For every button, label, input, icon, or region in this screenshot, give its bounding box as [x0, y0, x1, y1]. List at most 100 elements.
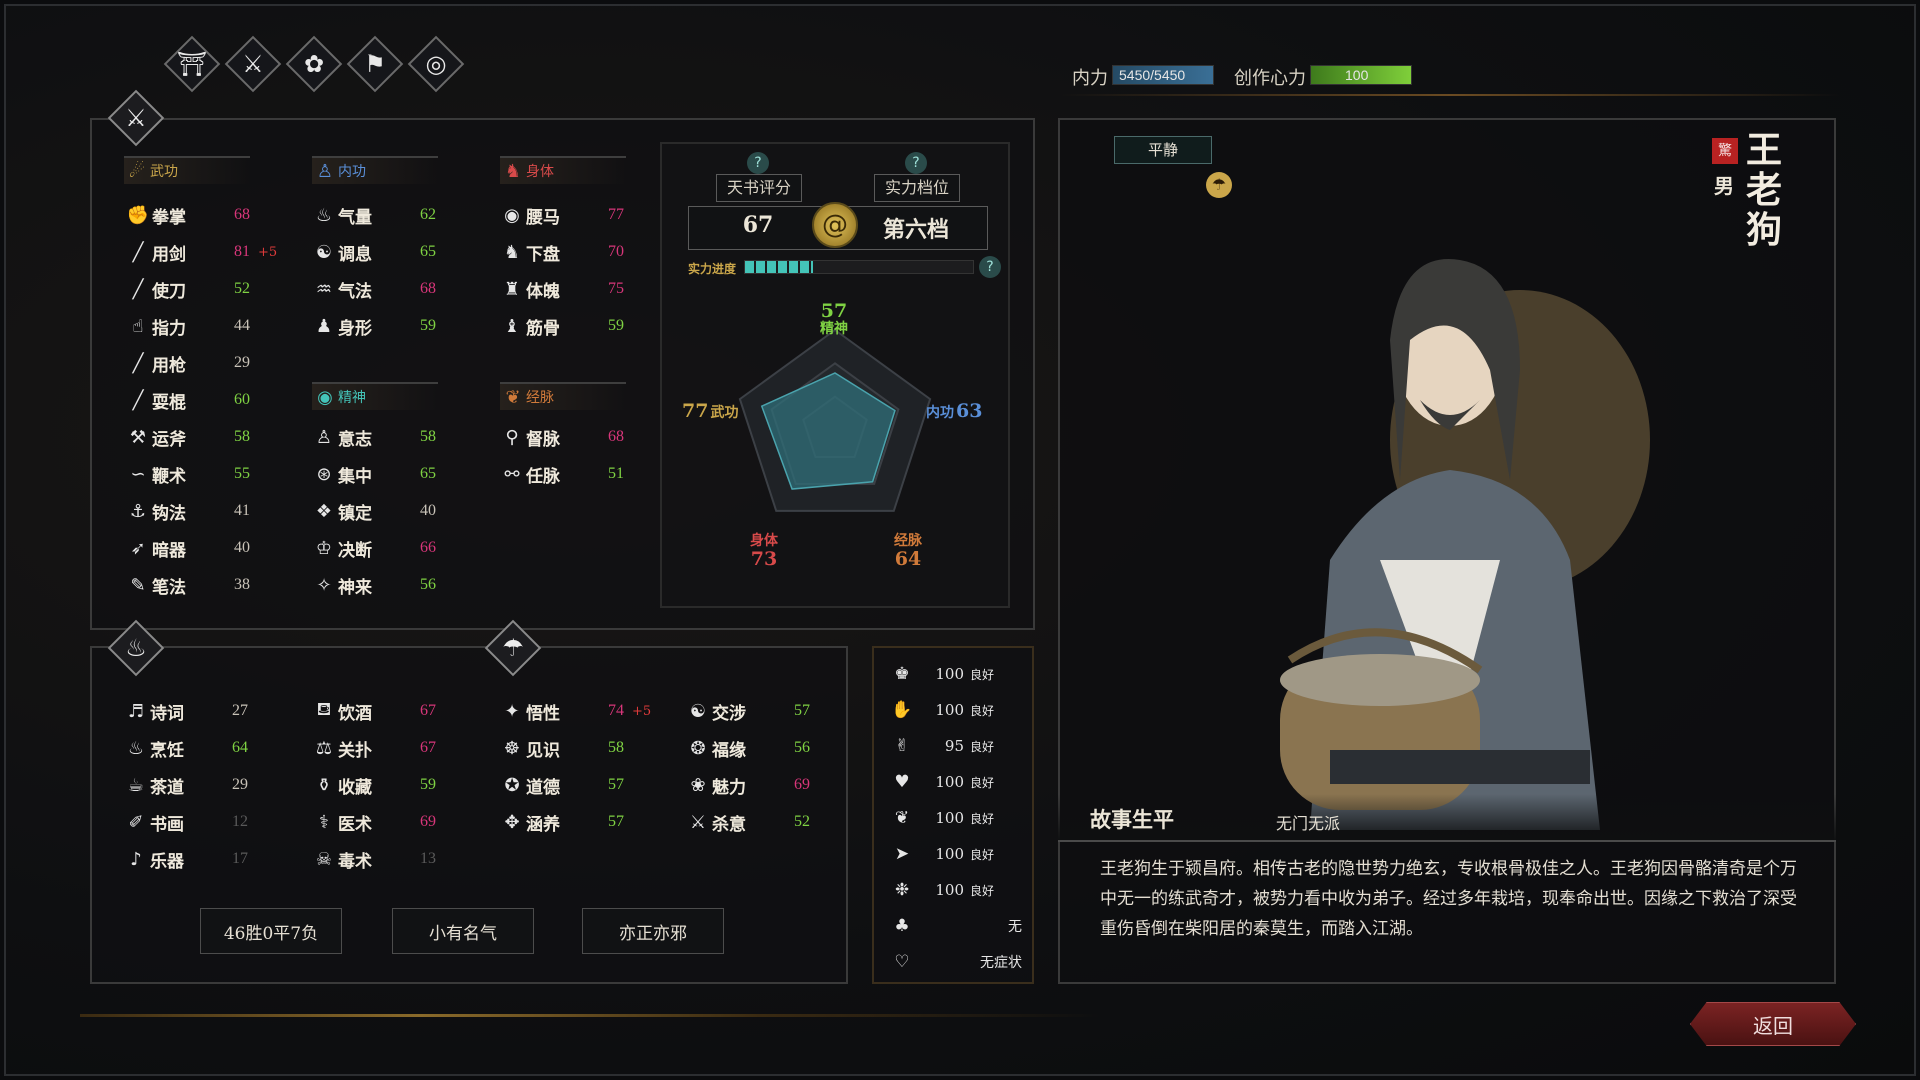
back-button[interactable]: 返回 — [1690, 1002, 1856, 1046]
status-extra-row[interactable]: ♣ 无 — [888, 911, 1028, 941]
nav-flag-button[interactable]: ⚑ — [346, 35, 404, 93]
stat-row-arts_col4[interactable]: ☯ 交涉 57 — [684, 696, 810, 726]
stat-row-arts_col2[interactable]: ☠ 毒术 13 — [310, 844, 436, 874]
stat-row-wugong[interactable]: ✎ 笔法 38 — [124, 570, 250, 600]
stat-row-arts_col3[interactable]: ✦ 悟性 74 +5 — [498, 696, 651, 726]
section-neigong: ♙ 内功 — [312, 156, 438, 184]
stat-value: 66 — [420, 539, 436, 556]
cooking-badge-icon: ♨ — [125, 634, 147, 662]
stat-row-arts_col1[interactable]: ☕ 茶道 29 — [122, 770, 248, 800]
stat-row-arts_col4[interactable]: ❀ 魅力 69 — [684, 770, 810, 800]
stat-row-arts_col3[interactable]: ✥ 涵养 57 — [498, 807, 624, 837]
stat-row-neigong[interactable]: ☯ 调息 65 — [310, 237, 436, 267]
stat-row-arts_col4[interactable]: ❂ 福缘 56 — [684, 733, 810, 763]
tier-help-icon[interactable]: ? — [905, 152, 927, 174]
stat-row-wugong[interactable]: ╱ 使刀 52 — [124, 274, 250, 304]
fame-button[interactable]: 小有名气 — [392, 908, 534, 954]
radar-jingmai-value: 64 — [894, 548, 922, 570]
stat-row-arts_col3[interactable]: ☸ 见识 58 — [498, 733, 624, 763]
status-extra-row[interactable]: ♡ 无症状 — [888, 947, 1028, 977]
stat-row-shenti[interactable]: ♝ 筋骨 59 — [498, 311, 624, 341]
stat-icon: ❀ — [690, 774, 706, 796]
stat-row-arts_col1[interactable]: ♬ 诗词 27 — [122, 696, 248, 726]
stat-name: 关扑 — [338, 740, 372, 761]
stat-row-jingmai[interactable]: ⚯ 任脉 51 — [498, 459, 624, 489]
stat-row-wugong[interactable]: ⚓ 钩法 41 — [124, 496, 250, 526]
status-row[interactable]: ✋ 100 良好 — [888, 695, 1028, 725]
stat-name: 毒术 — [338, 851, 372, 872]
stat-row-shenti[interactable]: ♞ 下盘 70 — [498, 237, 624, 267]
stat-row-wugong[interactable]: ╱ 用剑 81 +5 — [124, 237, 278, 267]
stat-row-arts_col1[interactable]: ✐ 书画 12 — [122, 807, 248, 837]
stat-value: 74 — [608, 702, 624, 719]
stat-row-wugong[interactable]: ╱ 耍棍 60 — [124, 385, 250, 415]
stat-row-arts_col1[interactable]: ♪ 乐器 17 — [122, 844, 248, 874]
status-row[interactable]: ➤ 100 良好 — [888, 839, 1028, 869]
stat-row-jingshen[interactable]: ♙ 意志 58 — [310, 422, 436, 452]
stat-value: 27 — [232, 702, 248, 719]
stat-name: 身形 — [338, 318, 372, 339]
stat-row-arts_col4[interactable]: ⚔ 杀意 52 — [684, 807, 810, 837]
stat-row-wugong[interactable]: ➶ 暗器 40 — [124, 533, 250, 563]
parasol-icon[interactable]: ☂ — [1206, 172, 1232, 198]
stat-row-neigong[interactable]: ♟ 身形 59 — [310, 311, 436, 341]
stat-row-wugong[interactable]: ╱ 用枪 29 — [124, 348, 250, 378]
progress-help-icon[interactable]: ? — [979, 256, 1001, 278]
status-row[interactable]: ♚ 100 良好 — [888, 659, 1028, 689]
nav-martial-button[interactable]: ⚔ — [224, 35, 282, 93]
stat-row-wugong[interactable]: ✊ 拳掌 68 — [124, 200, 250, 230]
gender-label: 男 — [1714, 174, 1734, 198]
status-quality: 良好 — [970, 847, 995, 862]
character-portrait — [1280, 259, 1650, 830]
nav-relations-button[interactable]: ✿ — [285, 35, 343, 93]
stat-row-neigong[interactable]: ♨ 气量 62 — [310, 200, 436, 230]
nav-character-button[interactable]: ⛩ — [163, 35, 221, 93]
stat-row-wugong[interactable]: ☝ 指力 44 — [124, 311, 250, 341]
stat-name: 茶道 — [150, 777, 184, 798]
stat-row-arts_col2[interactable]: ⛾ 饮酒 67 — [310, 696, 436, 726]
stat-row-jingshen[interactable]: ⊛ 集中 65 — [310, 459, 436, 489]
stat-value: 58 — [234, 428, 250, 445]
stat-value: 60 — [234, 391, 250, 408]
stat-row-jingmai[interactable]: ⚲ 督脉 68 — [498, 422, 624, 452]
stat-icon: ♒ — [315, 278, 333, 300]
stat-value: 56 — [420, 576, 436, 593]
status-row[interactable]: ❦ 100 良好 — [888, 803, 1028, 833]
tianshu-help-icon[interactable]: ? — [747, 152, 769, 174]
status-extra-icon: ♡ — [894, 952, 910, 972]
stat-icon: ╱ — [132, 241, 144, 263]
stat-name: 气量 — [338, 207, 372, 228]
stat-row-jingshen[interactable]: ♔ 决断 66 — [310, 533, 436, 563]
stat-row-arts_col2[interactable]: ⚖ 关扑 67 — [310, 733, 436, 763]
radar-jingshen: 57 精神 — [812, 302, 856, 338]
stat-icon: ♪ — [130, 848, 142, 870]
nav-target-button[interactable]: ◎ — [407, 35, 465, 93]
stat-row-shenti[interactable]: ♜ 体魄 75 — [498, 274, 624, 304]
status-row[interactable]: ❉ 100 良好 — [888, 875, 1028, 905]
stat-row-shenti[interactable]: ◉ 腰马 77 — [498, 200, 624, 230]
stat-row-wugong[interactable]: ∽ 鞭术 55 — [124, 459, 250, 489]
battle-record-button[interactable]: 46胜0平7负 — [200, 908, 342, 954]
stat-row-wugong[interactable]: ⚒ 运斧 58 — [124, 422, 250, 452]
radar-neigong-value: 63 — [956, 400, 983, 422]
stat-row-arts_col2[interactable]: ⚱ 收藏 59 — [310, 770, 436, 800]
stat-row-arts_col3[interactable]: ✪ 道德 57 — [498, 770, 624, 800]
stat-bonus: +5 — [258, 244, 278, 260]
stat-row-arts_col1[interactable]: ♨ 烹饪 64 — [122, 733, 248, 763]
section-jingshen: ◉ 精神 — [312, 382, 438, 410]
alignment-button[interactable]: 亦正亦邪 — [582, 908, 724, 954]
status-row[interactable]: ✌ 95 良好 — [888, 731, 1028, 761]
status-extra-text: 无症状 — [980, 955, 1022, 971]
stat-row-arts_col2[interactable]: ⚕ 医术 69 — [310, 807, 436, 837]
stat-row-neigong[interactable]: ♒ 气法 68 — [310, 274, 436, 304]
stat-row-jingshen[interactable]: ✧ 神来 56 — [310, 570, 436, 600]
stat-value: 68 — [420, 280, 436, 297]
radar-shenti-value: 73 — [750, 548, 778, 570]
stat-name: 拳掌 — [152, 207, 186, 228]
status-row[interactable]: ♥ 100 良好 — [888, 767, 1028, 797]
stat-name: 鞭术 — [152, 466, 186, 487]
stat-value: 52 — [794, 813, 810, 830]
character-name: 王老狗 — [1746, 129, 1783, 251]
radar-jingmai: 经脉 64 — [886, 532, 930, 570]
stat-row-jingshen[interactable]: ❖ 镇定 40 — [310, 496, 436, 526]
